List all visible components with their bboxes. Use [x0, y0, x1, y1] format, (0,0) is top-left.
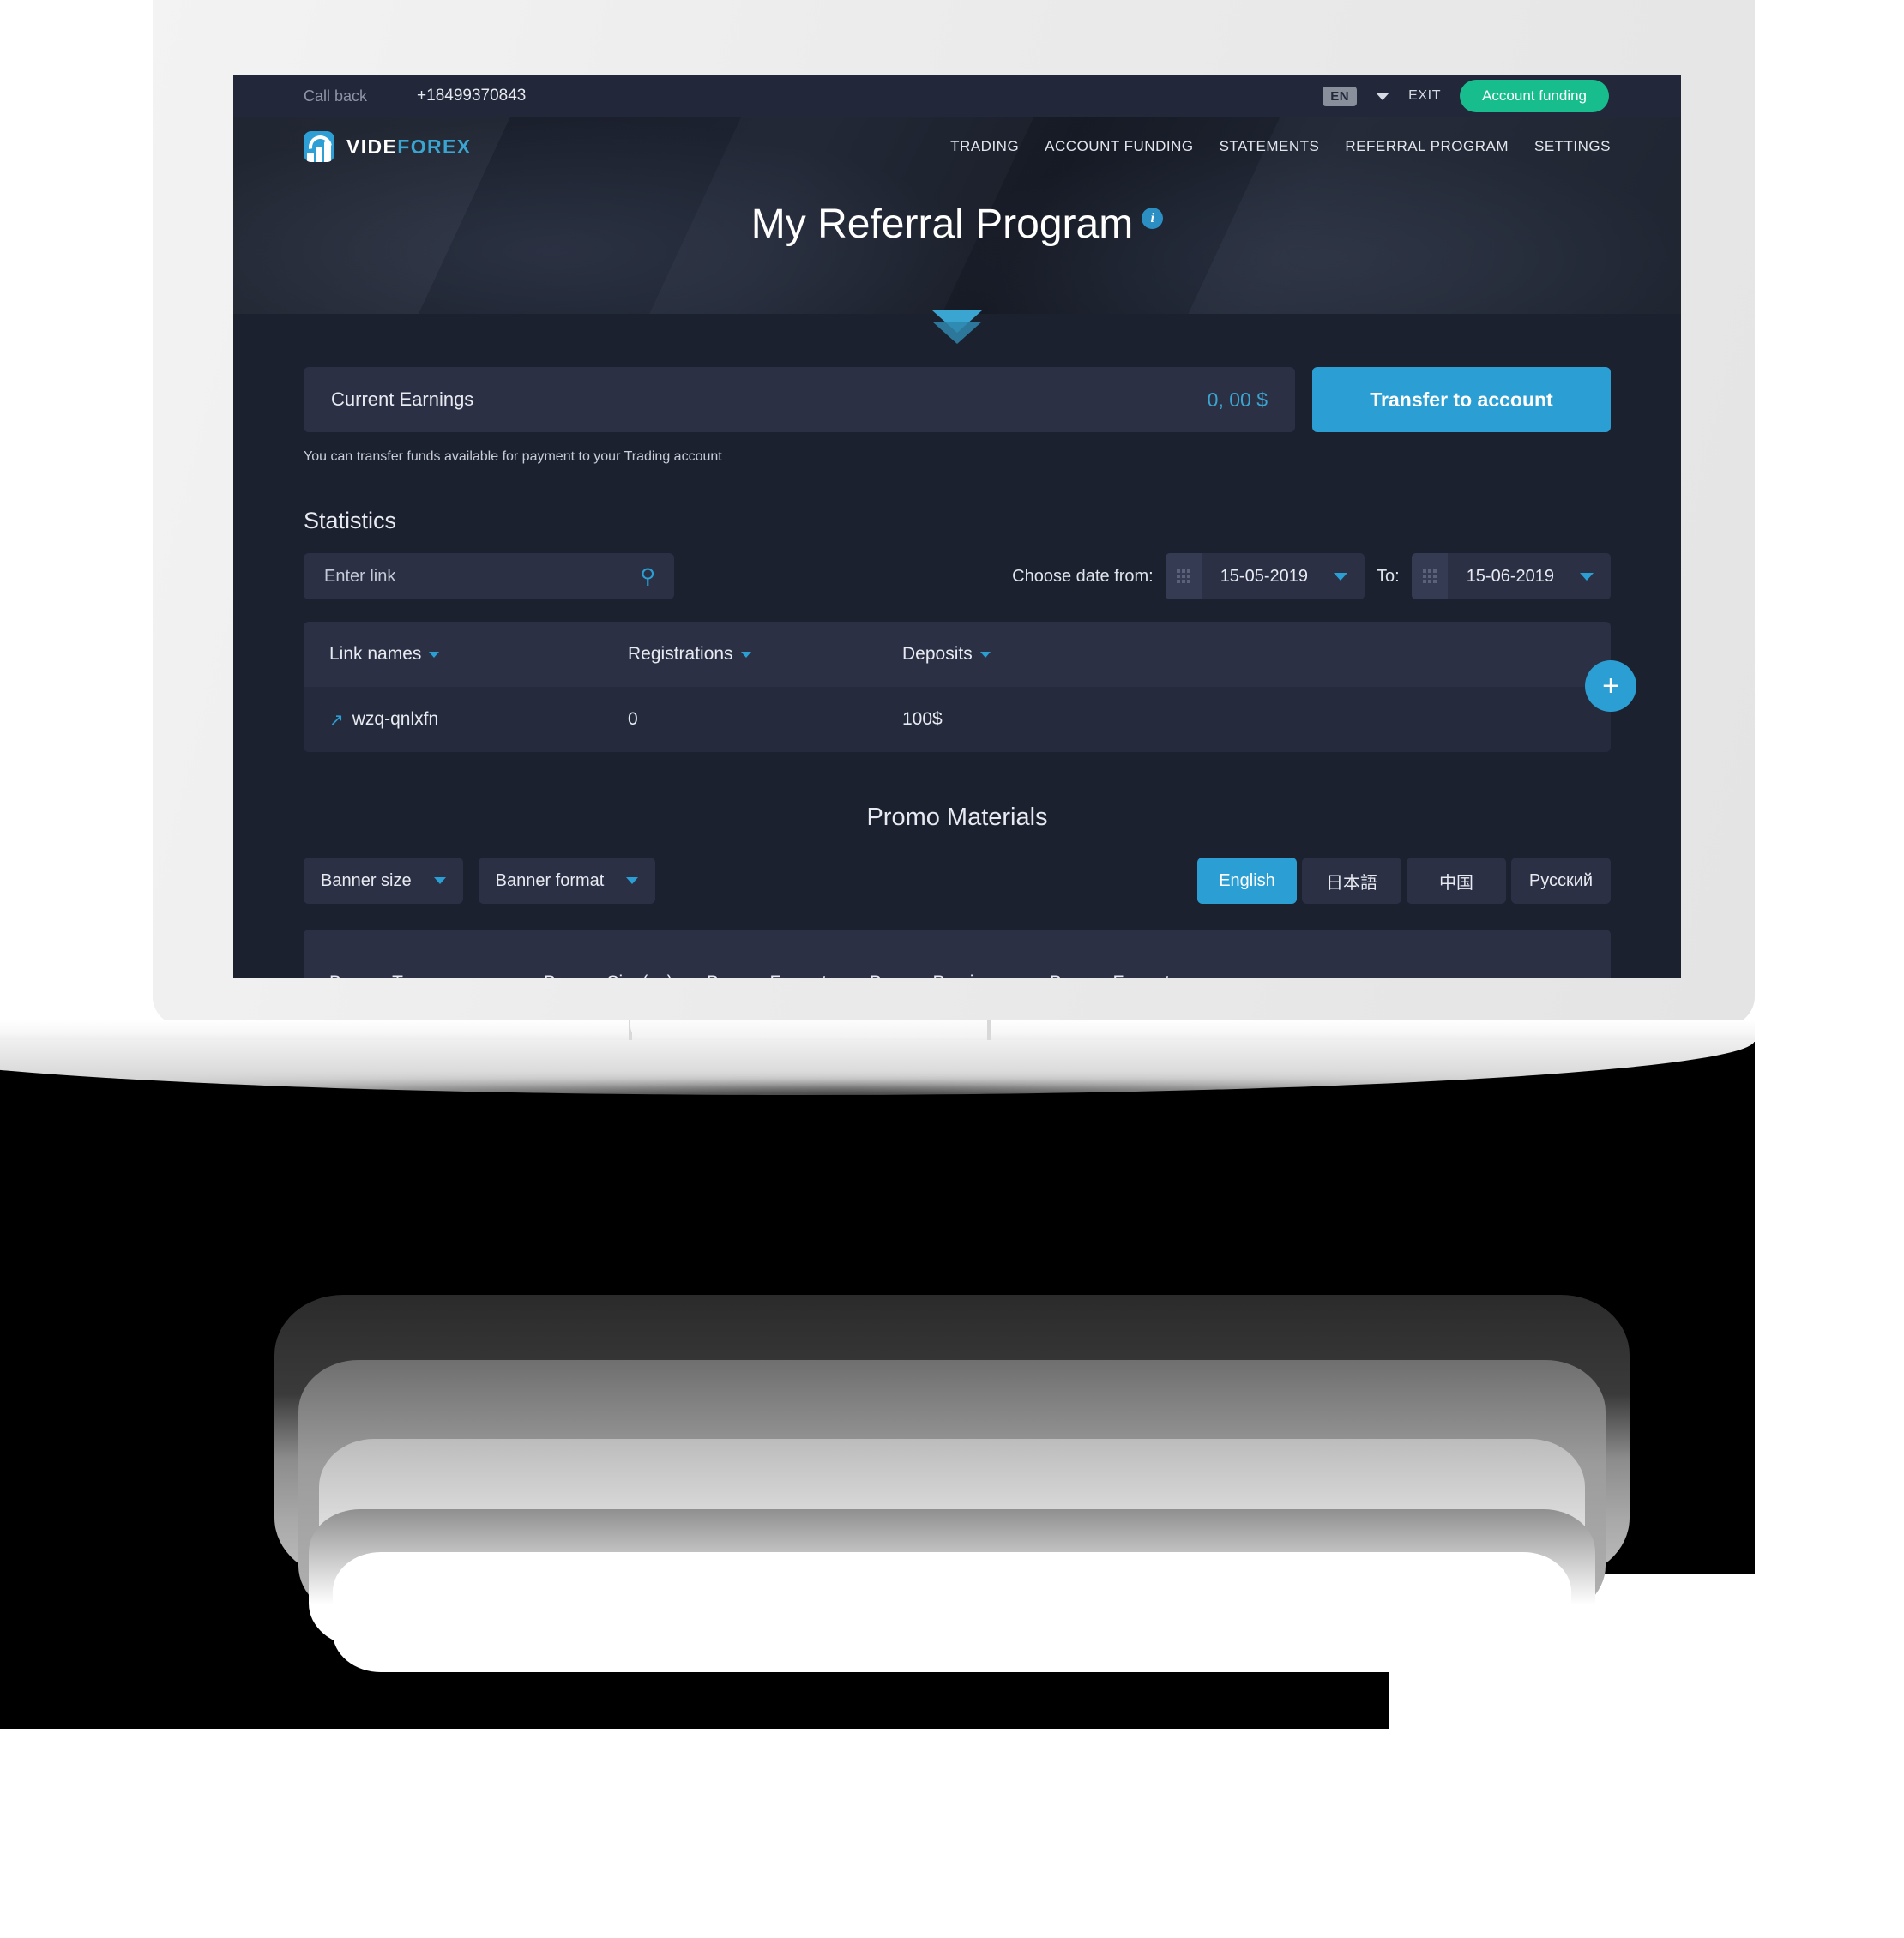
laptop-mockup: Call back +18499370843 EN EXIT Account f…	[153, 0, 1755, 1026]
date-to-value: 15-06-2019	[1466, 566, 1554, 586]
column-header-link-names[interactable]: Link names	[329, 644, 440, 665]
calendar-icon[interactable]	[1411, 553, 1448, 599]
page-title-wrap: My Referral Program i	[233, 201, 1681, 248]
chevron-down-icon[interactable]	[1334, 572, 1347, 581]
chevron-down-icon	[433, 877, 446, 884]
banner-size-label: Banner size	[321, 870, 412, 890]
sort-caret-icon	[740, 651, 751, 658]
search-input[interactable]	[322, 565, 641, 587]
banner-format-label: Banner format	[495, 870, 605, 890]
current-earnings-label: Current Earnings	[331, 388, 474, 410]
column-header-registrations[interactable]: Registrations	[628, 644, 751, 665]
language-tab-chinese[interactable]: 中国	[1407, 858, 1506, 904]
language-chip[interactable]: EN	[1323, 86, 1358, 106]
page-title: My Referral Program	[750, 202, 1134, 247]
nav-item-trading[interactable]: TRADING	[950, 138, 1019, 155]
language-tab-russian[interactable]: Русский	[1511, 858, 1611, 904]
info-icon[interactable]: i	[1142, 208, 1164, 229]
add-link-button[interactable]: +	[1585, 660, 1636, 712]
calendar-icon[interactable]	[1165, 553, 1202, 599]
banner-size-select[interactable]: Banner size	[304, 858, 463, 904]
laptop-base-notch	[630, 1020, 991, 1038]
laptop-base-shadow	[154, 1087, 1527, 1134]
statistics-title: Statistics	[304, 508, 397, 533]
main-content: Current Earnings 0, 00 $ Transfer to acc…	[233, 314, 1681, 978]
column-header-banner-type[interactable]: Banner Type	[329, 972, 544, 978]
brand-name-light: VIDE	[346, 135, 398, 158]
date-to-field[interactable]: 15-06-2019	[1411, 553, 1611, 599]
chevron-down-icon[interactable]	[1376, 92, 1390, 100]
column-header-banner-size[interactable]: Banner Size(px)	[544, 972, 707, 978]
date-from-value: 15-05-2019	[1220, 566, 1308, 586]
earnings-note: You can transfer funds available for pay…	[304, 449, 722, 464]
column-header-banner-preview[interactable]: Banner Preview	[870, 972, 1050, 978]
promo-materials-title: Promo Materials	[866, 803, 1048, 831]
link-search-box[interactable]: ⚲	[304, 553, 674, 599]
promo-controls: Banner size Banner format English 日本語 中国…	[304, 858, 1611, 904]
cell-link-name: wzq-qnlxfn	[352, 709, 439, 729]
call-back-link[interactable]: Call back	[304, 87, 367, 105]
table-header-row: Link names Registrations Deposits	[304, 622, 1611, 687]
phone-number[interactable]: +18499370843	[417, 87, 526, 105]
statistics-controls: ⚲ Choose date from: 15-05-2019 To:	[304, 553, 1611, 599]
sort-caret-icon	[979, 651, 991, 658]
search-icon[interactable]: ⚲	[640, 564, 655, 589]
brand-name-accent: FOREX	[397, 135, 472, 158]
date-to-label: To:	[1377, 566, 1400, 586]
column-header-banner-format-2[interactable]: Banner Format	[1050, 972, 1170, 978]
nav-item-settings[interactable]: SETTINGS	[1534, 138, 1611, 155]
cell-deposits: 100$	[902, 709, 943, 729]
statistics-table: Link names Registrations Deposits ↗ wzq-…	[304, 622, 1636, 752]
brand-name: VIDEFOREX	[346, 135, 472, 159]
account-funding-button[interactable]: Account funding	[1460, 80, 1609, 112]
cell-registrations: 0	[628, 709, 638, 729]
date-from-field[interactable]: 15-05-2019	[1165, 553, 1365, 599]
sort-caret-icon	[429, 651, 440, 658]
external-link-icon[interactable]: ↗	[329, 709, 344, 731]
exit-button[interactable]: EXIT	[1408, 88, 1441, 104]
promo-language-tabs: English 日本語 中国 Русский	[1197, 858, 1611, 904]
table-row[interactable]: ↗ wzq-qnlxfn 0 100$	[304, 687, 1611, 752]
date-range-controls: Choose date from: 15-05-2019 To: 15-06-2…	[1012, 553, 1611, 599]
language-tab-japanese[interactable]: 日本語	[1302, 858, 1401, 904]
nav-item-statements[interactable]: STATEMENTS	[1220, 138, 1320, 155]
promo-banner-table-header: Banner Type Banner Size(px) Banner Forma…	[304, 930, 1611, 978]
main-navigation-row: VIDEFOREX TRADING ACCOUNT FUNDING STATEM…	[233, 117, 1681, 177]
banner-format-select[interactable]: Banner format	[478, 858, 656, 904]
scroll-down-arrow[interactable]	[233, 310, 1681, 344]
top-utility-bar: Call back +18499370843 EN EXIT Account f…	[233, 75, 1681, 117]
chevron-down-icon[interactable]	[1580, 572, 1594, 581]
nav-item-referral-program[interactable]: REFERRAL PROGRAM	[1345, 138, 1509, 155]
column-header-banner-format[interactable]: Banner Format	[707, 972, 870, 978]
browser-screen: Call back +18499370843 EN EXIT Account f…	[233, 75, 1681, 978]
primary-nav: TRADING ACCOUNT FUNDING STATEMENTS REFER…	[950, 138, 1611, 155]
laptop-reflection	[274, 1295, 1630, 1775]
transfer-to-account-button[interactable]: Transfer to account	[1312, 367, 1611, 432]
column-header-deposits[interactable]: Deposits	[902, 644, 991, 665]
videforex-logo-icon	[304, 131, 334, 162]
current-earnings-card: Current Earnings 0, 00 $	[304, 367, 1295, 432]
date-from-label: Choose date from:	[1012, 566, 1154, 586]
current-earnings-value: 0, 00 $	[1207, 388, 1268, 411]
chevron-down-icon	[626, 877, 639, 884]
nav-item-account-funding[interactable]: ACCOUNT FUNDING	[1045, 138, 1193, 155]
language-tab-english[interactable]: English	[1197, 858, 1297, 904]
brand-logo[interactable]: VIDEFOREX	[304, 131, 472, 162]
hero-banner: VIDEFOREX TRADING ACCOUNT FUNDING STATEM…	[233, 117, 1681, 344]
